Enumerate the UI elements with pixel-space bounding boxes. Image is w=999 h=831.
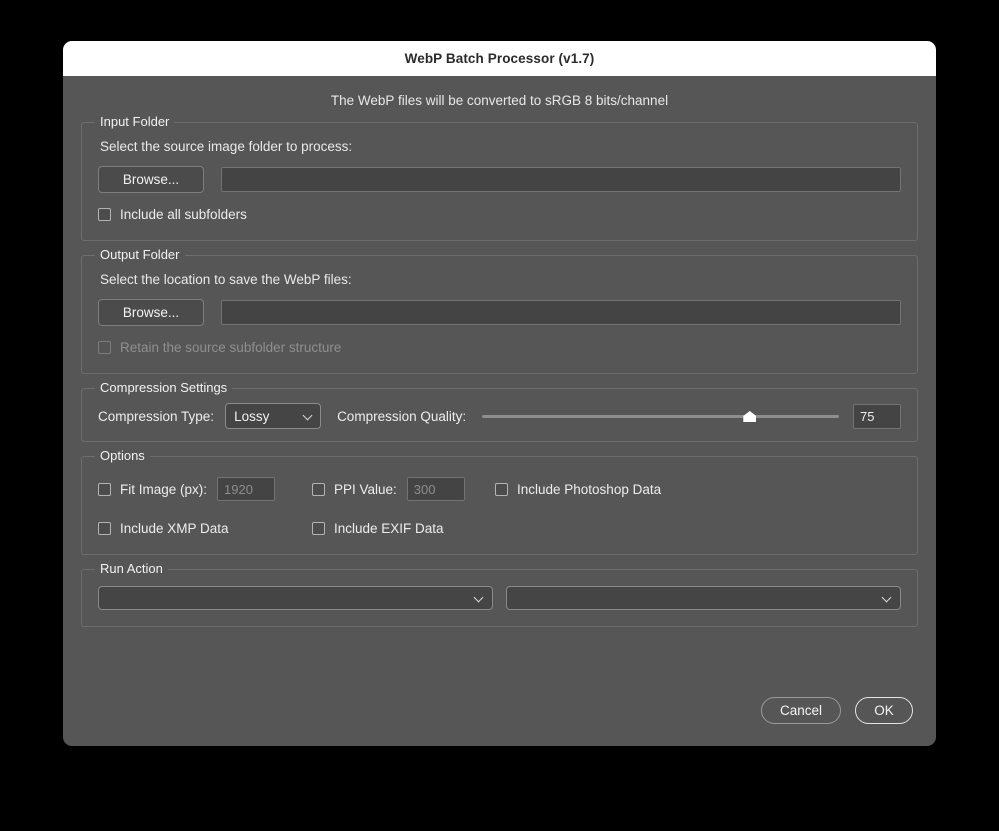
- compression-quality-field[interactable]: [853, 403, 901, 429]
- include-all-subfolders-label: Include all subfolders: [120, 207, 247, 222]
- chevron-down-icon: [883, 593, 892, 602]
- options-legend: Options: [95, 448, 150, 464]
- dialog-title: WebP Batch Processor (v1.7): [404, 51, 595, 66]
- chevron-down-icon: [475, 593, 484, 602]
- ok-button[interactable]: OK: [855, 697, 913, 724]
- options-section: Options Fit Image (px): PPI Value:: [81, 448, 918, 555]
- fit-image-checkbox[interactable]: Fit Image (px):: [98, 482, 207, 497]
- dialog-body: Input Folder Select the source image fol…: [63, 114, 936, 697]
- dialog-subtitle: The WebP files will be converted to sRGB…: [330, 93, 669, 108]
- checkbox-box-icon: [98, 341, 111, 354]
- include-exif-data-label: Include EXIF Data: [334, 521, 444, 536]
- run-action-legend: Run Action: [95, 561, 168, 577]
- output-folder-legend: Output Folder: [95, 247, 185, 263]
- compression-quality-label: Compression Quality:: [337, 408, 467, 424]
- checkbox-box-icon: [312, 522, 325, 535]
- include-all-subfolders-checkbox[interactable]: Include all subfolders: [98, 207, 247, 222]
- action-select[interactable]: [506, 586, 901, 610]
- output-folder-section: Output Folder Select the location to sav…: [81, 247, 918, 374]
- ppi-value-label: PPI Value:: [334, 481, 397, 497]
- action-set-select[interactable]: [98, 586, 493, 610]
- webp-batch-processor-dialog: WebP Batch Processor (v1.7) The WebP fil…: [63, 41, 936, 746]
- input-browse-button[interactable]: Browse...: [98, 166, 204, 193]
- checkbox-box-icon: [98, 482, 111, 496]
- input-folder-path-field[interactable]: [221, 167, 901, 192]
- compression-settings-legend: Compression Settings: [95, 380, 233, 396]
- dialog-footer: Cancel OK: [63, 697, 936, 746]
- run-action-section: Run Action: [81, 561, 918, 627]
- input-folder-description: Select the source image folder to proces…: [100, 139, 353, 154]
- compression-type-value: Lossy: [234, 408, 270, 424]
- chevron-down-icon: [304, 411, 313, 420]
- fit-image-field[interactable]: [217, 477, 276, 501]
- output-folder-path-field[interactable]: [221, 300, 901, 325]
- input-folder-legend: Input Folder: [95, 114, 175, 130]
- compression-quality-slider[interactable]: [482, 406, 839, 426]
- checkbox-box-icon: [495, 482, 508, 496]
- include-photoshop-data-checkbox[interactable]: Include Photoshop Data: [495, 482, 661, 497]
- include-xmp-data-checkbox[interactable]: Include XMP Data: [98, 521, 229, 536]
- include-xmp-data-label: Include XMP Data: [120, 521, 229, 536]
- compression-type-select[interactable]: Lossy: [225, 403, 322, 429]
- slider-track: [482, 415, 839, 418]
- checkbox-box-icon: [312, 482, 325, 496]
- retain-subfolder-structure-label: Retain the source subfolder structure: [120, 340, 342, 355]
- dialog-titlebar: WebP Batch Processor (v1.7): [63, 41, 936, 76]
- slider-thumb[interactable]: [743, 411, 757, 422]
- output-folder-description: Select the location to save the WebP fil…: [100, 272, 352, 287]
- output-browse-button[interactable]: Browse...: [98, 299, 204, 326]
- include-photoshop-data-label: Include Photoshop Data: [517, 481, 662, 497]
- checkbox-box-icon: [98, 208, 111, 221]
- compression-type-label: Compression Type:: [98, 408, 215, 424]
- cancel-button[interactable]: Cancel: [760, 697, 841, 724]
- compression-settings-section: Compression Settings Compression Type: L…: [81, 380, 918, 442]
- retain-subfolder-structure-checkbox: Retain the source subfolder structure: [98, 340, 341, 355]
- include-exif-data-checkbox[interactable]: Include EXIF Data: [312, 521, 444, 536]
- ppi-value-checkbox[interactable]: PPI Value:: [312, 482, 397, 497]
- fit-image-label: Fit Image (px):: [120, 481, 208, 497]
- ppi-value-field[interactable]: [406, 477, 465, 501]
- checkbox-box-icon: [98, 522, 111, 535]
- input-folder-section: Input Folder Select the source image fol…: [81, 114, 918, 241]
